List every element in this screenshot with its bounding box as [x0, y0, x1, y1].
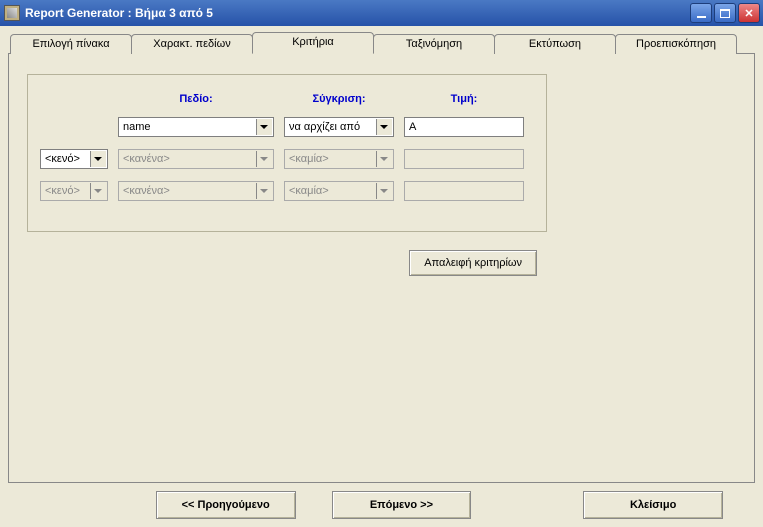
- chevron-down-icon: [260, 157, 268, 161]
- chevron-down-icon: [260, 125, 268, 129]
- value-input-row2: [404, 149, 524, 169]
- compare-select-value: <καμία>: [289, 153, 329, 165]
- value-input-row1[interactable]: [404, 117, 524, 137]
- field-select-value: <κανένα>: [123, 185, 170, 197]
- field-select-row2: <κανένα>: [118, 149, 274, 169]
- close-button[interactable]: Κλείσιμο: [583, 491, 723, 519]
- chevron-down-icon: [380, 125, 388, 129]
- prev-button[interactable]: << Προηγούμενο: [156, 491, 296, 519]
- app-icon: [4, 5, 20, 21]
- tab-label: Κριτήρια: [292, 36, 334, 48]
- criteria-group: Πεδίο: Σύγκριση: Τιμή: name να αρχίζει α…: [27, 74, 547, 232]
- clear-criteria-button[interactable]: Απαλειφή κριτηρίων: [409, 250, 537, 276]
- compare-select-row3: <καμία>: [284, 181, 394, 201]
- titlebar: Report Generator : Βήμα 3 από 5 ✕: [0, 0, 763, 26]
- clear-criteria-label: Απαλειφή κριτηρίων: [424, 257, 522, 269]
- chevron-down-icon: [94, 189, 102, 193]
- window-title: Report Generator : Βήμα 3 από 5: [25, 6, 690, 20]
- chevron-down-icon: [94, 157, 102, 161]
- maximize-button[interactable]: [714, 3, 736, 23]
- compare-select-row2: <καμία>: [284, 149, 394, 169]
- minimize-button[interactable]: [690, 3, 712, 23]
- next-button[interactable]: Επόμενο >>: [332, 491, 472, 519]
- tab-label: Ταξινόμηση: [406, 38, 462, 50]
- field-select-row1[interactable]: name: [118, 117, 274, 137]
- close-window-button[interactable]: ✕: [738, 3, 760, 23]
- tab-label: Προεπισκόπηση: [636, 38, 716, 50]
- prev-label: << Προηγούμενο: [182, 499, 270, 511]
- compare-select-row1[interactable]: να αρχίζει από: [284, 117, 394, 137]
- field-select-value: name: [123, 121, 151, 133]
- tab-label: Εκτύπωση: [529, 38, 581, 50]
- conjunction-select-row2[interactable]: <κενό>: [40, 149, 108, 169]
- conjunction-value: <κενό>: [45, 185, 80, 197]
- chevron-down-icon: [380, 157, 388, 161]
- tab-select-table[interactable]: Επιλογή πίνακα: [10, 34, 132, 54]
- tab-field-props[interactable]: Χαρακτ. πεδίων: [131, 34, 253, 54]
- field-select-value: <κανένα>: [123, 153, 170, 165]
- chevron-down-icon: [260, 189, 268, 193]
- chevron-down-icon: [380, 189, 388, 193]
- value-input-field: [409, 183, 519, 199]
- conjunction-select-row3: <κενό>: [40, 181, 108, 201]
- tab-label: Χαρακτ. πεδίων: [153, 38, 230, 50]
- tab-criteria[interactable]: Κριτήρια: [252, 32, 374, 54]
- criteria-panel: Πεδίο: Σύγκριση: Τιμή: name να αρχίζει α…: [8, 53, 755, 483]
- tabstrip: Επιλογή πίνακα Χαρακτ. πεδίων Κριτήρια Τ…: [10, 34, 755, 54]
- compare-select-value: να αρχίζει από: [289, 121, 360, 133]
- tab-print[interactable]: Εκτύπωση: [494, 34, 616, 54]
- header-compare: Σύγκριση:: [284, 93, 394, 105]
- header-value: Τιμή:: [404, 93, 524, 105]
- field-select-row3: <κανένα>: [118, 181, 274, 201]
- tab-sort[interactable]: Ταξινόμηση: [373, 34, 495, 54]
- value-input-row3: [404, 181, 524, 201]
- close-label: Κλείσιμο: [630, 499, 676, 511]
- value-input-field: [409, 151, 519, 167]
- wizard-nav: << Προηγούμενο Επόμενο >> Κλείσιμο: [0, 491, 763, 519]
- header-field: Πεδίο:: [118, 93, 274, 105]
- compare-select-value: <καμία>: [289, 185, 329, 197]
- tab-preview[interactable]: Προεπισκόπηση: [615, 34, 737, 54]
- tab-label: Επιλογή πίνακα: [32, 38, 109, 50]
- conjunction-value: <κενό>: [45, 153, 80, 165]
- value-input-field[interactable]: [409, 119, 519, 135]
- next-label: Επόμενο >>: [370, 499, 433, 511]
